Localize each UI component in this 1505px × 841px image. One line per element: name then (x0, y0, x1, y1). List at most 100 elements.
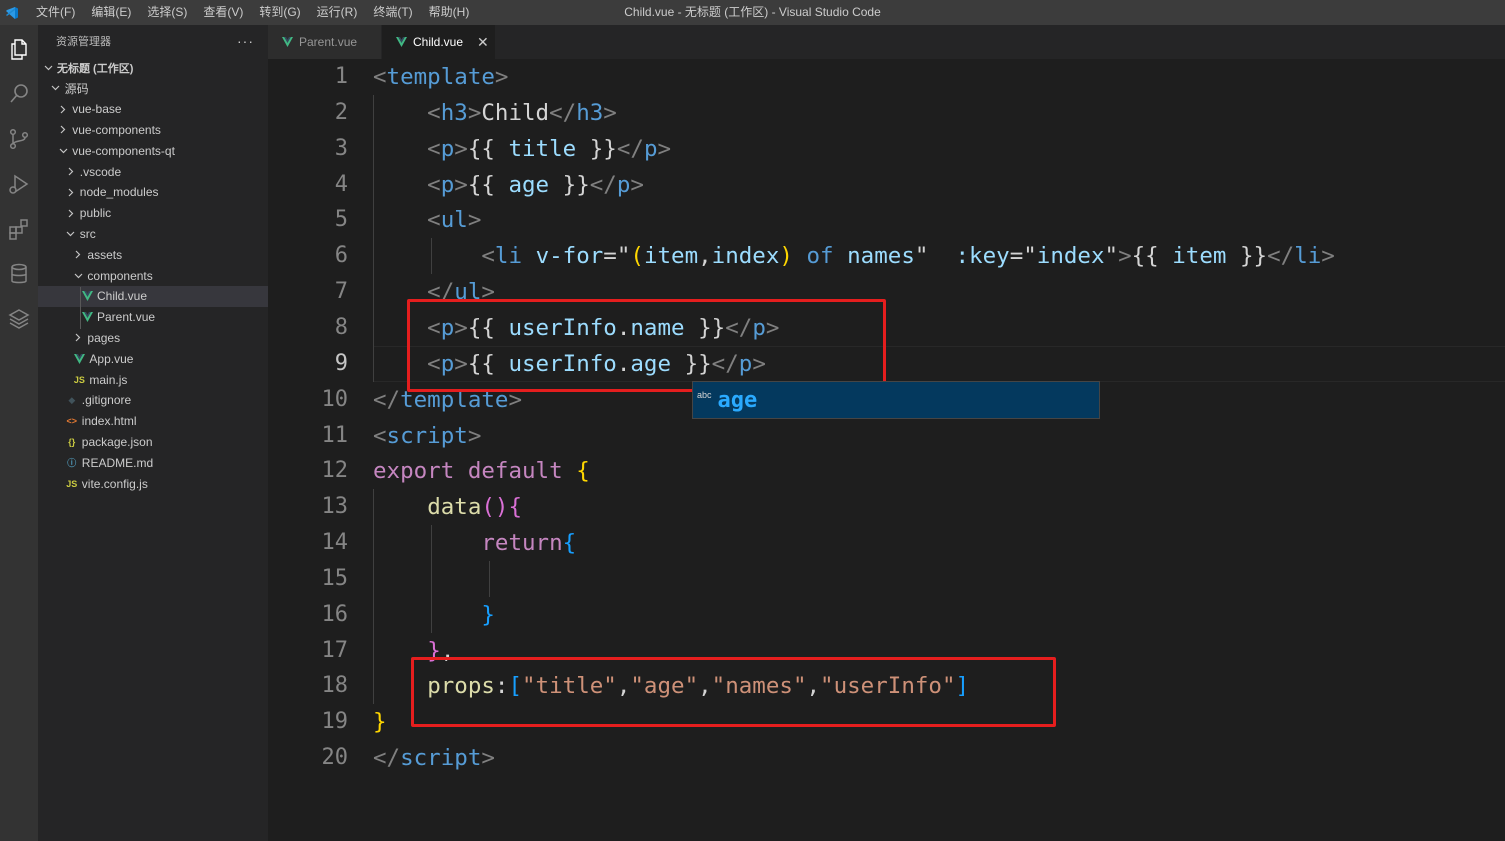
code-token: </ (1267, 243, 1295, 270)
chevron-right-icon (72, 250, 84, 259)
source-control-icon[interactable] (0, 119, 38, 159)
code-token: > (481, 745, 495, 772)
line-number: 2 (334, 99, 348, 125)
code-line[interactable]: } (373, 597, 495, 633)
code-line[interactable]: </script> (373, 740, 495, 776)
tree-item[interactable]: assets (38, 244, 268, 265)
tree-item[interactable]: <> index.html (38, 411, 268, 432)
code-editor[interactable]: 1 2 3 4 5 6 7 8 9 10 11 12 13 14 15 16 17 18 19 20 <templat… (268, 59, 1505, 841)
tree-item[interactable]: 源码 (38, 78, 268, 99)
chevron-down-icon (72, 273, 84, 279)
code-token: index (711, 243, 780, 270)
code-line[interactable]: <p>{{ age }}</p> (373, 167, 644, 203)
code-token: > (454, 135, 468, 162)
tree-item[interactable]: 无标题 (工作区) (38, 57, 268, 78)
code-line[interactable]: return{ (373, 525, 576, 561)
explorer-icon[interactable] (0, 29, 38, 69)
tree-item[interactable]: vue-components-qt (38, 140, 268, 161)
menu-item[interactable]: 终端(T) (365, 0, 420, 25)
tree-item[interactable]: JS vite.config.js (38, 473, 268, 494)
extensions-icon[interactable] (0, 209, 38, 249)
search-icon[interactable] (0, 74, 38, 114)
line-number: 14 (321, 530, 349, 556)
run-debug-icon[interactable] (0, 164, 38, 204)
activity-bar (0, 25, 38, 841)
code-line[interactable]: data(){ (373, 489, 522, 525)
code-token: , (698, 243, 712, 270)
tree-item[interactable]: ⓘ README.md (38, 452, 268, 473)
code-line[interactable]: <h3>Child</h3> (373, 95, 617, 131)
tree-item[interactable]: pages (38, 327, 268, 348)
layers-icon[interactable] (0, 299, 38, 339)
line-number: 9 (334, 350, 348, 376)
tree-item[interactable]: Child.vue (38, 285, 268, 307)
tab-parent-vue[interactable]: Parent.vue (268, 25, 382, 59)
line-number: 4 (334, 171, 348, 197)
tree-item[interactable]: ◆ .gitignore (38, 390, 268, 411)
js-file-icon: JS (66, 478, 78, 489)
chevron-right-icon (65, 167, 77, 176)
tree-item[interactable]: node_modules (38, 182, 268, 203)
menu-item[interactable]: 文件(F) (28, 0, 83, 25)
suggest-item[interactable]: abc age (693, 382, 1099, 418)
tree-item-label: components (87, 268, 153, 283)
code-line[interactable]: <template> (373, 59, 508, 95)
tree-item[interactable]: {} package.json (38, 431, 268, 452)
code-line[interactable]: export default { (373, 453, 590, 489)
tab-label: Child.vue (413, 35, 464, 49)
tree-item[interactable]: vue-components (38, 119, 268, 140)
tree-item[interactable]: .vscode (38, 161, 268, 182)
code-token: index (1036, 243, 1105, 270)
code-line[interactable]: } (373, 704, 387, 740)
tree-item-label: vue-components (72, 122, 161, 137)
tree-item[interactable]: JS main.js (38, 369, 268, 390)
js-file-icon: JS (73, 374, 85, 385)
code-token: </ (589, 171, 617, 198)
menu-item[interactable]: 选择(S) (139, 0, 195, 25)
menu-bar: 文件(F) 编辑(E) 选择(S) 查看(V) 转到(G) 运行(R) 终端(T) 帮助(H) (28, 0, 477, 25)
chevron-down-icon (50, 85, 62, 91)
tree-item[interactable]: components (38, 265, 268, 286)
code-token: {{ (467, 171, 509, 198)
menu-item[interactable]: 查看(V) (195, 0, 251, 25)
code-line[interactable]: <li v-for="(item,index) of names" :key="… (373, 238, 1334, 274)
text-kind-icon: abc (697, 390, 712, 400)
code-line[interactable]: <ul> (373, 202, 481, 238)
tree-item[interactable]: src (38, 223, 268, 244)
menu-item[interactable]: 编辑(E) (83, 0, 139, 25)
chevron-down-icon (65, 231, 77, 237)
tree-item[interactable]: Parent.vue (38, 307, 268, 328)
more-actions-button[interactable]: ··· (237, 33, 254, 49)
code-token: </ (373, 745, 401, 772)
line-number: 5 (334, 207, 348, 233)
code-token: return (481, 530, 563, 557)
tree-item[interactable]: vue-base (38, 99, 268, 120)
menu-item[interactable]: 转到(G) (251, 0, 308, 25)
indent-guide (489, 560, 490, 597)
code-line[interactable]: <script> (373, 418, 481, 454)
tree-item-label: index.html (81, 414, 137, 429)
close-icon[interactable]: ✕ (477, 34, 489, 51)
code-token: > (454, 171, 468, 198)
code-token: =" (603, 243, 631, 270)
chevron-right-icon (57, 105, 69, 114)
explorer-header: 资源管理器 ··· (38, 25, 268, 57)
database-icon[interactable] (0, 254, 38, 294)
menu-item[interactable]: 运行(R) (309, 0, 366, 25)
tree-item[interactable]: public (38, 203, 268, 224)
tree-item[interactable]: App.vue (38, 348, 268, 369)
code-token: " (1104, 243, 1119, 270)
code-line[interactable]: <p>{{ title }}</p> (373, 131, 671, 167)
vue-file-icon (282, 37, 293, 47)
tree-item-label: assets (87, 247, 123, 262)
vue-file-icon (72, 353, 86, 364)
menu-item[interactable]: 帮助(H) (421, 0, 478, 25)
line-number: 12 (321, 458, 349, 484)
code-token: h3 (440, 99, 468, 126)
suggest-widget[interactable]: abc age (692, 381, 1100, 419)
tab-child-vue[interactable]: Child.vue ✕ (382, 25, 496, 59)
code-token: li (1294, 243, 1322, 270)
chevron-right-icon (57, 125, 69, 134)
